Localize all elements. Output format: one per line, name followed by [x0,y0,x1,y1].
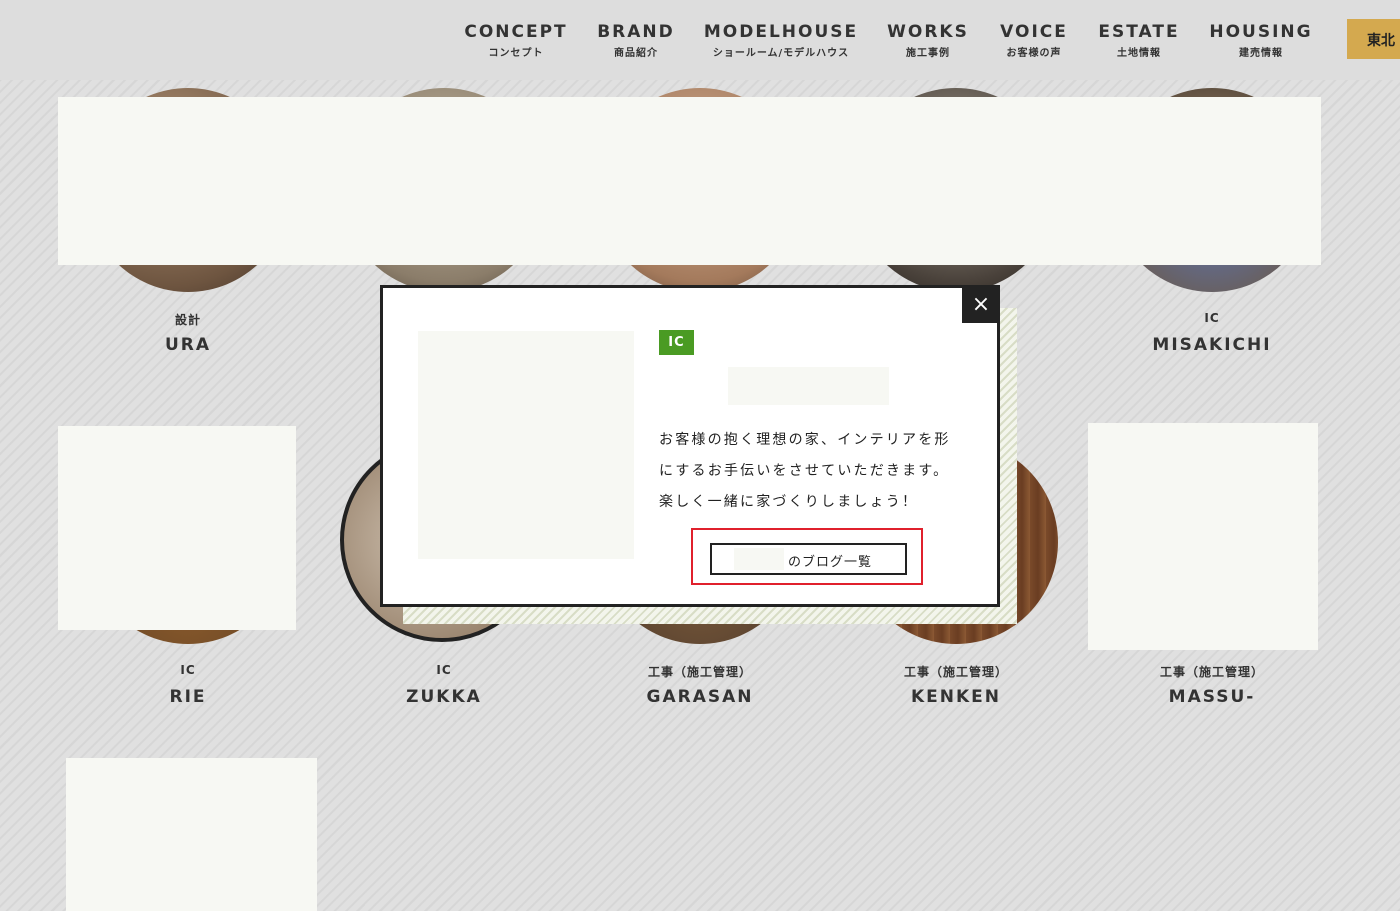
nav-item-brand[interactable]: BRAND 商品紹介 [597,22,675,59]
nav-label-ja: 土地情報 [1117,48,1161,59]
nav-item-modelhouse[interactable]: MODELHOUSE ショールーム/モデルハウス [704,22,858,59]
staff-name[interactable]: URA [165,335,211,355]
nav-label-ja: 商品紹介 [613,48,658,59]
photo-placeholder-rie [58,426,296,630]
staff-name[interactable]: MISAKICHI [1152,335,1271,355]
staff-name[interactable]: GARASAN [647,687,754,707]
nav-item-housing[interactable]: HOUSING 建売情報 [1209,22,1312,59]
staff-role: IC [1204,311,1220,325]
staff-role: IC [180,663,196,677]
site-header: CONCEPT コンセプト BRAND 商品紹介 MODELHOUSE ショール… [0,0,1400,80]
nav-label-en: MODELHOUSE [703,22,859,42]
nav-label-en: CONCEPT [464,22,568,42]
staff-name[interactable]: ZUKKA [406,687,482,707]
close-button[interactable]: × [962,287,1000,323]
staff-name[interactable]: KENKEN [911,687,1001,707]
staff-role: 工事（施工管理） [1159,665,1265,679]
modal-staff-name [728,367,889,405]
blog-button-label: のブログ一覧 [788,555,873,570]
nav-item-estate[interactable]: ESTATE 土地情報 [1098,22,1179,59]
blog-button-name-placeholder [734,548,784,570]
global-nav: CONCEPT コンセプト BRAND 商品紹介 MODELHOUSE ショール… [0,22,1400,62]
nav-item-works[interactable]: WORKS 施工事例 [887,22,969,59]
staff-role: 工事（施工管理） [903,665,1009,679]
nav-label-ja: 施工事例 [906,48,950,59]
nav-label-en: VOICE [1000,22,1068,42]
nav-label-en: ESTATE [1098,22,1180,42]
blog-list-button[interactable]: のブログ一覧 [710,543,907,575]
modal-staff-photo [418,331,634,559]
nav-item-concept[interactable]: CONCEPT コンセプト [464,22,567,59]
nav-label-ja: ショールーム/モデルハウス [712,48,850,59]
image-placeholder-band [58,97,1321,265]
staff-role: IC [436,663,452,677]
nav-label-en: WORKS [887,22,969,42]
staff-role: 設計 [174,313,202,327]
nav-item-voice[interactable]: VOICE お客様の声 [1000,22,1068,59]
staff-detail-modal: IC お客様の抱く理想の家、インテリアを形にするお手伝いをさせていただきます。楽… [380,285,1000,607]
nav-label-en: BRAND [597,22,675,42]
nav-label-ja: 建売情報 [1238,48,1283,59]
staff-name[interactable]: RIE [169,687,206,707]
staff-description: お客様の抱く理想の家、インテリアを形にするお手伝いをさせていただきます。楽しく一… [659,432,951,510]
role-badge: IC [659,330,694,355]
nav-label-en: HOUSING [1209,22,1313,42]
staff-role: 工事（施工管理） [647,665,753,679]
region-button[interactable]: 東北 [1347,19,1400,59]
photo-placeholder-row3 [66,758,317,911]
nav-label-ja: コンセプト [488,48,544,59]
staff-name[interactable]: MASSU- [1169,687,1256,707]
photo-placeholder-massu [1088,423,1318,650]
nav-label-ja: お客様の声 [1006,48,1062,59]
